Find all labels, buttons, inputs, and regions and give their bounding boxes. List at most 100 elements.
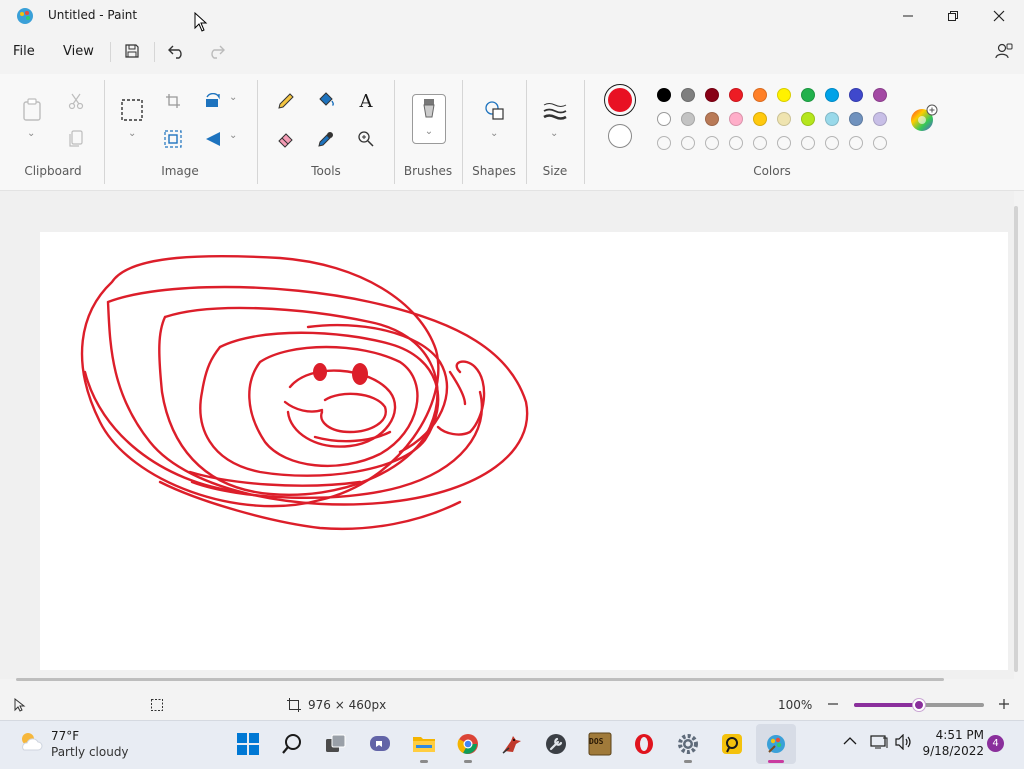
secondary-color-button[interactable] (608, 124, 632, 148)
opera-button[interactable] (624, 724, 664, 764)
palette-color-swatch[interactable] (681, 88, 695, 102)
custom-color-slot[interactable] (849, 136, 863, 150)
color-palette (657, 88, 897, 150)
divider (154, 42, 155, 62)
paste-button[interactable] (17, 95, 47, 125)
custom-color-slot[interactable] (681, 136, 695, 150)
palette-color-swatch[interactable] (681, 112, 695, 126)
flip-dropdown-icon[interactable]: ⌄ (229, 130, 237, 141)
file-menu[interactable]: File (13, 40, 35, 64)
paste-dropdown-icon[interactable]: ⌄ (27, 128, 35, 139)
notification-badge[interactable]: 4 (987, 735, 1004, 752)
custom-color-slot[interactable] (801, 136, 815, 150)
weather-icon[interactable] (18, 730, 44, 754)
palette-color-swatch[interactable] (729, 112, 743, 126)
account-button[interactable] (989, 38, 1019, 64)
volume-icon[interactable] (895, 733, 913, 753)
rotate-button[interactable] (198, 86, 228, 116)
task-view-button[interactable] (316, 724, 356, 764)
palette-color-swatch[interactable] (873, 88, 887, 102)
custom-color-slot[interactable] (753, 136, 767, 150)
view-menu[interactable]: View (63, 40, 94, 64)
teams-chat-button[interactable] (360, 724, 400, 764)
rotate-dropdown-icon[interactable]: ⌄ (229, 92, 237, 103)
weather-temperature[interactable]: 77°F (51, 729, 79, 743)
palette-color-swatch[interactable] (825, 88, 839, 102)
flip-button[interactable] (198, 124, 228, 154)
redo-button[interactable] (201, 38, 231, 64)
magnifier-button[interactable] (351, 124, 381, 154)
palette-color-swatch[interactable] (801, 112, 815, 126)
clock-time[interactable]: 4:51 PM (924, 728, 984, 742)
custom-color-slot[interactable] (657, 136, 671, 150)
start-button[interactable] (228, 724, 268, 764)
palette-color-swatch[interactable] (777, 88, 791, 102)
bird-app-button[interactable] (492, 724, 532, 764)
cut-button[interactable] (61, 86, 91, 116)
search-button[interactable] (272, 724, 312, 764)
palette-color-swatch[interactable] (849, 88, 863, 102)
custom-color-slot[interactable] (777, 136, 791, 150)
search-icon (282, 734, 301, 754)
drawing-canvas[interactable] (40, 232, 1008, 670)
palette-color-swatch[interactable] (825, 112, 839, 126)
custom-color-slot[interactable] (873, 136, 887, 150)
text-button[interactable]: A (351, 86, 381, 116)
clock-date[interactable]: 9/18/2022 (920, 744, 984, 758)
chrome-button[interactable] (448, 724, 488, 764)
network-icon[interactable] (870, 734, 888, 753)
primary-color-button[interactable] (604, 84, 636, 116)
eraser-button[interactable] (271, 124, 301, 154)
resize-button[interactable] (158, 124, 188, 154)
settings-tool-button[interactable] (536, 724, 576, 764)
edit-colors-button[interactable] (909, 104, 939, 134)
zoom-slider-thumb[interactable] (913, 699, 925, 711)
title-bar (0, 0, 1024, 32)
save-button[interactable] (117, 38, 147, 64)
weather-description[interactable]: Partly cloudy (51, 745, 129, 759)
zoom-slider[interactable] (854, 699, 984, 711)
close-button[interactable] (976, 0, 1022, 32)
fill-button[interactable] (311, 86, 341, 116)
palette-color-swatch[interactable] (873, 112, 887, 126)
file-explorer-button[interactable] (404, 724, 444, 764)
restore-button[interactable] (930, 0, 976, 32)
undo-button[interactable] (162, 38, 192, 64)
palette-color-swatch[interactable] (657, 88, 671, 102)
minimize-button[interactable] (885, 0, 931, 32)
palette-color-swatch[interactable] (705, 88, 719, 102)
dosbox-button[interactable]: DOS (580, 724, 620, 764)
palette-color-swatch[interactable] (777, 112, 791, 126)
palette-color-swatch[interactable] (729, 88, 743, 102)
copy-button[interactable] (61, 124, 91, 154)
brushes-button[interactable]: ⌄ (412, 94, 446, 144)
zoom-in-button[interactable] (996, 696, 1012, 712)
shapes-button[interactable] (480, 96, 510, 126)
pencil-button[interactable] (271, 86, 301, 116)
custom-color-slot[interactable] (705, 136, 719, 150)
palette-color-swatch[interactable] (705, 112, 719, 126)
crop-button[interactable] (158, 86, 188, 116)
windows-settings-button[interactable] (668, 724, 708, 764)
palette-color-swatch[interactable] (753, 112, 767, 126)
palette-color-swatch[interactable] (801, 88, 815, 102)
palette-color-swatch[interactable] (849, 112, 863, 126)
remote-app-button[interactable] (712, 724, 752, 764)
custom-color-slot[interactable] (825, 136, 839, 150)
horizontal-scrollbar[interactable] (16, 678, 944, 681)
palette-color-swatch[interactable] (657, 112, 671, 126)
opera-icon (635, 734, 653, 754)
palette-color-swatch[interactable] (753, 88, 767, 102)
size-button[interactable] (540, 96, 570, 126)
brushes-dropdown-icon[interactable]: ⌄ (413, 126, 445, 137)
shapes-dropdown-icon[interactable]: ⌄ (490, 128, 498, 139)
select-dropdown-icon[interactable]: ⌄ (128, 128, 136, 139)
zoom-out-button[interactable] (825, 696, 841, 712)
color-picker-button[interactable] (311, 124, 341, 154)
size-dropdown-icon[interactable]: ⌄ (550, 128, 558, 139)
show-hidden-icons-button[interactable] (843, 735, 857, 749)
select-button[interactable] (117, 95, 147, 125)
paint-taskbar-button[interactable] (756, 724, 796, 764)
custom-color-slot[interactable] (729, 136, 743, 150)
vertical-scrollbar[interactable] (1014, 206, 1018, 672)
